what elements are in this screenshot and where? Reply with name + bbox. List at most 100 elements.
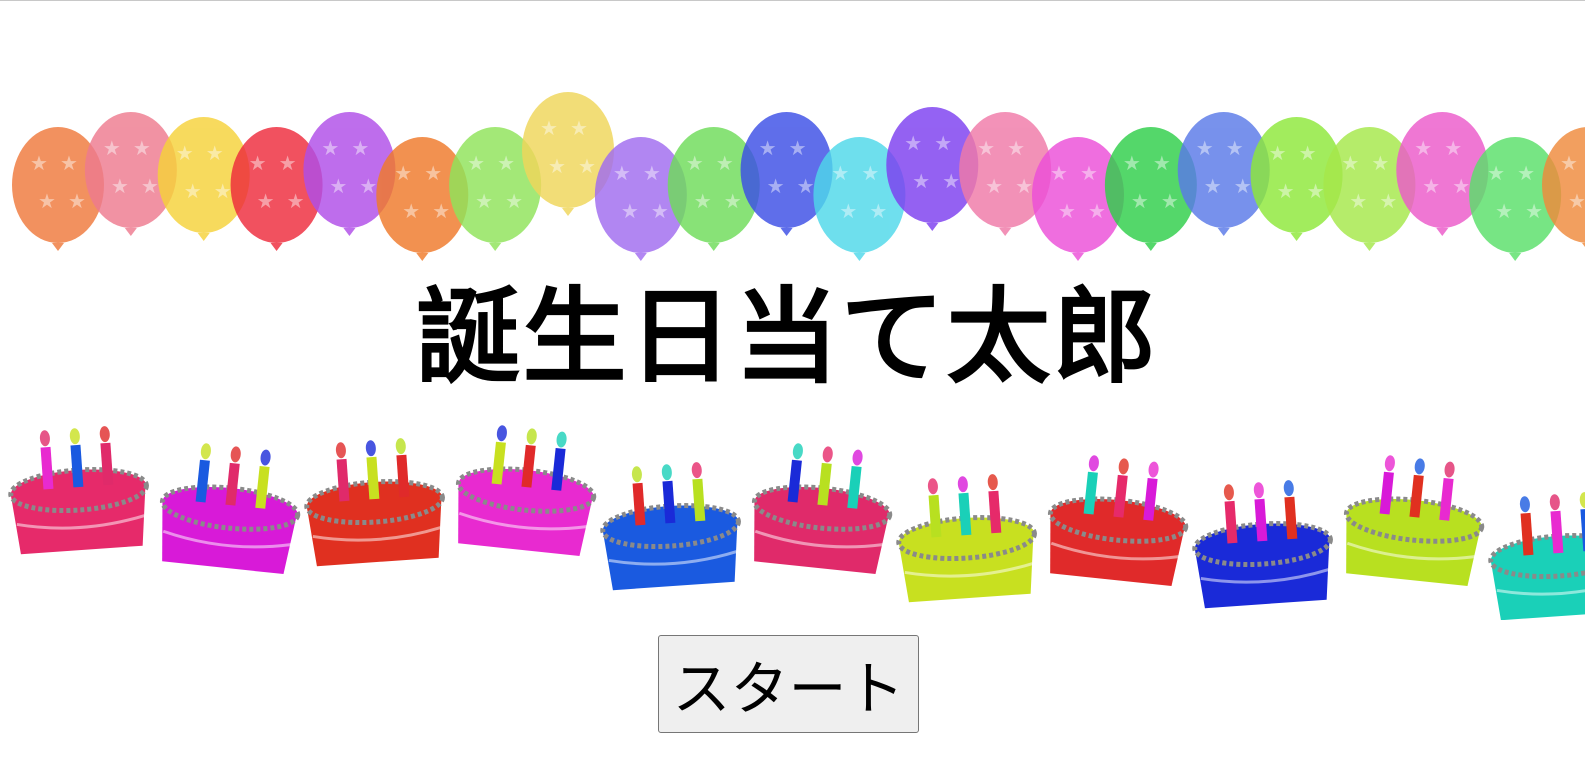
svg-text:★: ★ <box>1299 141 1317 165</box>
svg-text:★: ★ <box>570 116 588 140</box>
svg-text:★: ★ <box>1269 141 1287 165</box>
svg-text:★: ★ <box>497 151 515 175</box>
svg-text:★: ★ <box>68 189 86 213</box>
svg-text:★: ★ <box>402 199 420 223</box>
svg-text:★: ★ <box>1422 174 1440 198</box>
page-title: 誕生日当て太郎 <box>416 276 1159 398</box>
svg-text:★: ★ <box>321 136 339 160</box>
svg-text:★: ★ <box>716 151 734 175</box>
svg-text:★: ★ <box>548 154 566 178</box>
svg-text:★: ★ <box>432 199 450 223</box>
svg-text:★: ★ <box>60 151 78 175</box>
svg-text:★: ★ <box>1487 161 1505 185</box>
svg-text:★: ★ <box>394 161 412 185</box>
svg-text:★: ★ <box>1525 199 1543 223</box>
svg-text:★: ★ <box>1560 151 1578 175</box>
svg-text:★: ★ <box>985 174 1003 198</box>
svg-text:★: ★ <box>1015 174 1033 198</box>
svg-text:★: ★ <box>869 199 887 223</box>
svg-text:★: ★ <box>214 179 232 203</box>
balloon-garland-icon: ★ ★ ★ ★ ★ ★ ★ ★ ★ ★ ★ ★ ★ ★ ★ ★ ★ ★ ★ ★ ★ ★ ★ ★ ★ ★ ★ ★ ★ ★ ★ ★ ★ ★ ★ ★ ★ ★ ★ ★… <box>12 92 1585 261</box>
svg-text:★: ★ <box>977 136 995 160</box>
svg-text:★: ★ <box>831 161 849 185</box>
svg-text:★: ★ <box>694 189 712 213</box>
cake-icon <box>600 462 741 591</box>
cake-icon <box>1488 492 1585 620</box>
start-button[interactable]: スタート <box>658 635 919 733</box>
svg-text:★: ★ <box>651 199 669 223</box>
svg-text:★: ★ <box>686 151 704 175</box>
svg-text:★: ★ <box>1123 151 1141 175</box>
svg-text:★: ★ <box>475 189 493 213</box>
svg-text:★: ★ <box>279 151 297 175</box>
svg-text:★: ★ <box>1131 189 1149 213</box>
svg-text:★: ★ <box>257 189 275 213</box>
svg-text:★: ★ <box>724 189 742 213</box>
svg-text:★: ★ <box>1517 161 1535 185</box>
svg-text:★: ★ <box>1088 199 1106 223</box>
svg-text:★: ★ <box>249 151 267 175</box>
svg-text:★: ★ <box>1196 136 1214 160</box>
cake-icon <box>1343 455 1485 587</box>
svg-text:★: ★ <box>351 136 369 160</box>
svg-text:★: ★ <box>1153 151 1171 175</box>
svg-text:★: ★ <box>133 136 151 160</box>
svg-text:★: ★ <box>206 141 224 165</box>
cake-icon <box>896 474 1037 603</box>
svg-text:★: ★ <box>643 161 661 185</box>
svg-text:★: ★ <box>759 136 777 160</box>
svg-text:★: ★ <box>1226 136 1244 160</box>
svg-text:★: ★ <box>1080 161 1098 185</box>
svg-text:★: ★ <box>1058 199 1076 223</box>
svg-text:★: ★ <box>1371 151 1389 175</box>
svg-text:★: ★ <box>861 161 879 185</box>
svg-text:★: ★ <box>141 174 159 198</box>
cake-icon <box>8 426 149 555</box>
svg-text:★: ★ <box>38 189 56 213</box>
svg-text:★: ★ <box>621 199 639 223</box>
svg-text:★: ★ <box>1495 199 1513 223</box>
svg-text:★: ★ <box>904 131 922 155</box>
cake-icon <box>455 425 597 557</box>
svg-text:★: ★ <box>1414 136 1432 160</box>
cake-icon <box>304 438 445 567</box>
svg-text:★: ★ <box>1307 179 1325 203</box>
cake-icon <box>1192 480 1333 609</box>
svg-text:★: ★ <box>1341 151 1359 175</box>
svg-text:★: ★ <box>30 151 48 175</box>
cake-icon <box>159 443 301 575</box>
svg-text:★: ★ <box>942 169 960 193</box>
svg-text:★: ★ <box>1568 189 1585 213</box>
svg-text:★: ★ <box>505 189 523 213</box>
svg-text:★: ★ <box>1050 161 1068 185</box>
svg-text:★: ★ <box>1349 189 1367 213</box>
svg-text:★: ★ <box>839 199 857 223</box>
svg-text:★: ★ <box>103 136 121 160</box>
svg-text:★: ★ <box>287 189 305 213</box>
svg-text:★: ★ <box>1007 136 1025 160</box>
svg-text:★: ★ <box>176 141 194 165</box>
svg-text:★: ★ <box>934 131 952 155</box>
svg-text:★: ★ <box>1444 136 1462 160</box>
cake-garland-icon <box>8 425 1585 620</box>
svg-text:★: ★ <box>1234 174 1252 198</box>
svg-text:★: ★ <box>1452 174 1470 198</box>
svg-text:★: ★ <box>540 116 558 140</box>
svg-text:★: ★ <box>329 174 347 198</box>
svg-text:★: ★ <box>1204 174 1222 198</box>
svg-text:★: ★ <box>1161 189 1179 213</box>
svg-text:★: ★ <box>111 174 129 198</box>
svg-text:★: ★ <box>797 174 815 198</box>
svg-text:★: ★ <box>912 169 930 193</box>
svg-text:★: ★ <box>767 174 785 198</box>
cake-icon <box>1047 455 1189 587</box>
cake-icon <box>751 443 893 575</box>
svg-text:★: ★ <box>184 179 202 203</box>
svg-text:★: ★ <box>1379 189 1397 213</box>
svg-text:★: ★ <box>359 174 377 198</box>
svg-text:★: ★ <box>578 154 596 178</box>
svg-text:★: ★ <box>424 161 442 185</box>
browser-top-border <box>0 0 1585 1</box>
svg-text:★: ★ <box>613 161 631 185</box>
svg-text:★: ★ <box>467 151 485 175</box>
